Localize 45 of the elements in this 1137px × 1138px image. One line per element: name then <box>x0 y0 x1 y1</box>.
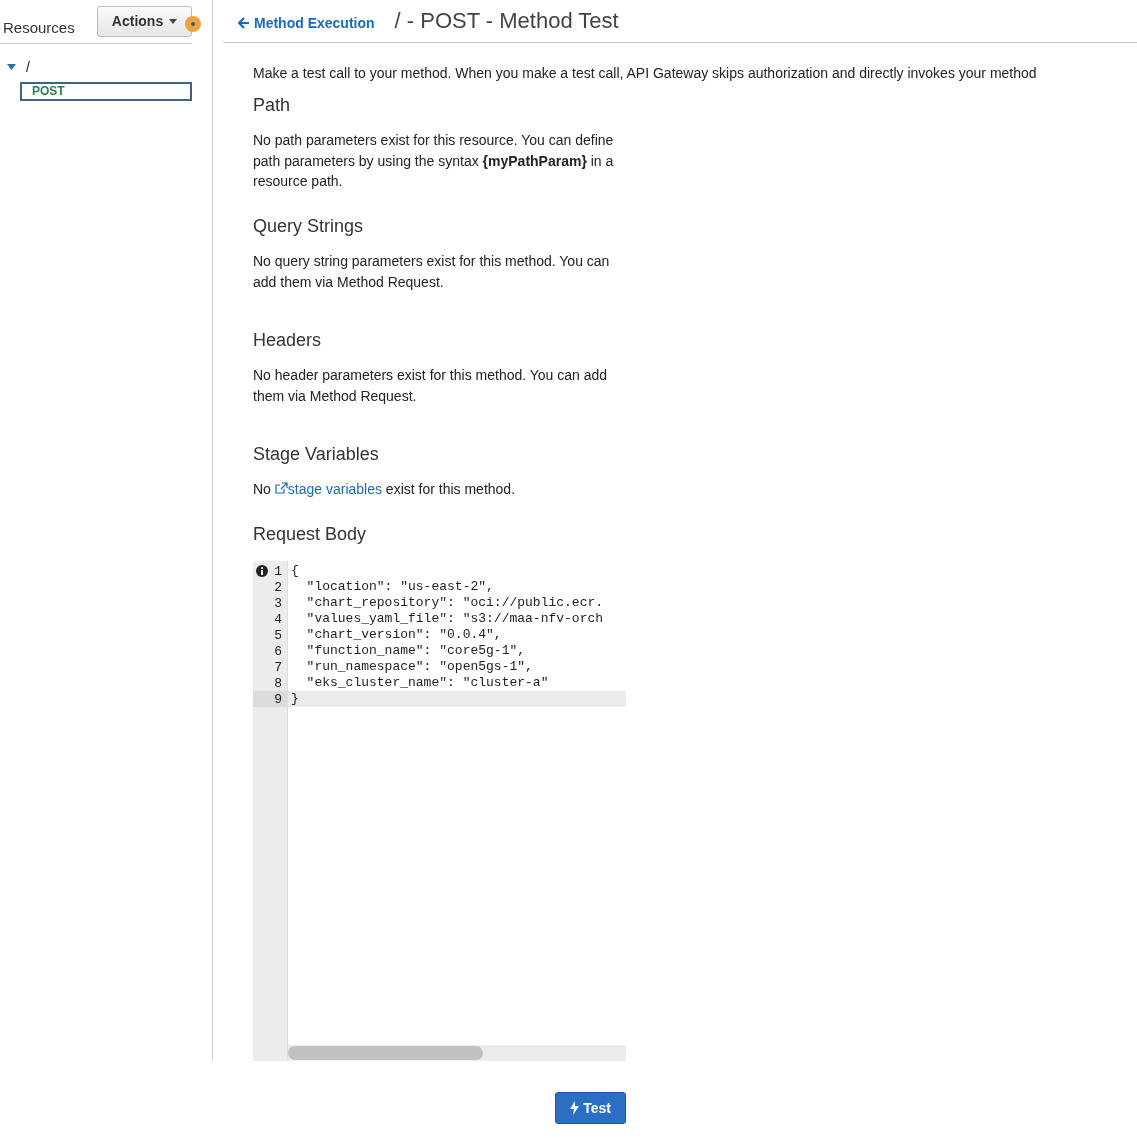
sidebar-title: Resources <box>3 18 75 36</box>
back-arrow-icon <box>238 17 250 29</box>
actions-button[interactable]: Actions <box>97 5 192 37</box>
section-heading: Query Strings <box>253 216 365 237</box>
section-heading: Headers <box>253 330 323 351</box>
line-number: 5 <box>274 627 282 643</box>
code-line: "values_yaml_file": "s3://maa-nfv-orch <box>305 611 604 626</box>
page-title: / - POST - Method Test <box>394 8 619 34</box>
code-line: "function_name": "core5g-1", <box>305 643 526 658</box>
line-number: 1 <box>274 563 282 579</box>
code-line: "run_namespace": "open5gs-1", <box>305 659 533 674</box>
section-text: No header parameters exist for this method. You can add them via Method Request. <box>253 366 609 406</box>
tree-item[interactable]: / <box>0 56 192 78</box>
section-heading: Path <box>253 95 292 116</box>
code-line: } <box>291 691 299 706</box>
line-number: 7 <box>274 659 282 675</box>
expand-icon <box>7 64 16 70</box>
code-editor[interactable] <box>253 561 626 1061</box>
line-number: 9 <box>274 691 282 707</box>
section-text: No path parameters exist for this resource. You can define path parameters by using the syntax {myPathParam} in a resource path. <box>253 131 615 191</box>
code-line: "chart_repository": "oci://public.ecr. <box>305 595 604 610</box>
test-button[interactable]: Test <box>555 1092 626 1124</box>
section-heading: Stage Variables <box>253 444 380 465</box>
line-number: 2 <box>274 579 282 595</box>
scrollbar-thumb[interactable] <box>288 1046 483 1060</box>
line-number: 3 <box>274 595 282 611</box>
code-line: { <box>291 563 299 578</box>
external-link-icon <box>274 482 288 494</box>
code-line: "location": "us-east-2", <box>305 579 494 594</box>
info-icon <box>256 565 268 577</box>
intro-text: Make a test call to your method. When you make a test call, API Gateway skips authorization and directly invokes your method <box>253 65 1038 81</box>
stage-variables-link[interactable]: stage variables <box>274 481 382 497</box>
line-number: 4 <box>274 611 282 627</box>
tree-item[interactable]: POST <box>20 82 192 101</box>
caret-icon <box>169 18 178 24</box>
section-text: No query string parameters exist for this method. You can add them via Method Request. <box>253 252 611 292</box>
code-line: "chart_version": "0.0.4", <box>305 627 502 642</box>
section-text: No stage variables exist for this method. <box>253 480 517 499</box>
section-heading: Request Body <box>253 524 368 545</box>
line-number: 6 <box>274 643 282 659</box>
lightning-icon <box>570 1101 580 1115</box>
resize-handle-icon[interactable] <box>184 15 202 33</box>
code-line: "eks_cluster_name": "cluster-a" <box>305 675 549 690</box>
line-number: 8 <box>274 675 282 691</box>
method-execution-link[interactable]: Method Execution <box>238 15 375 31</box>
